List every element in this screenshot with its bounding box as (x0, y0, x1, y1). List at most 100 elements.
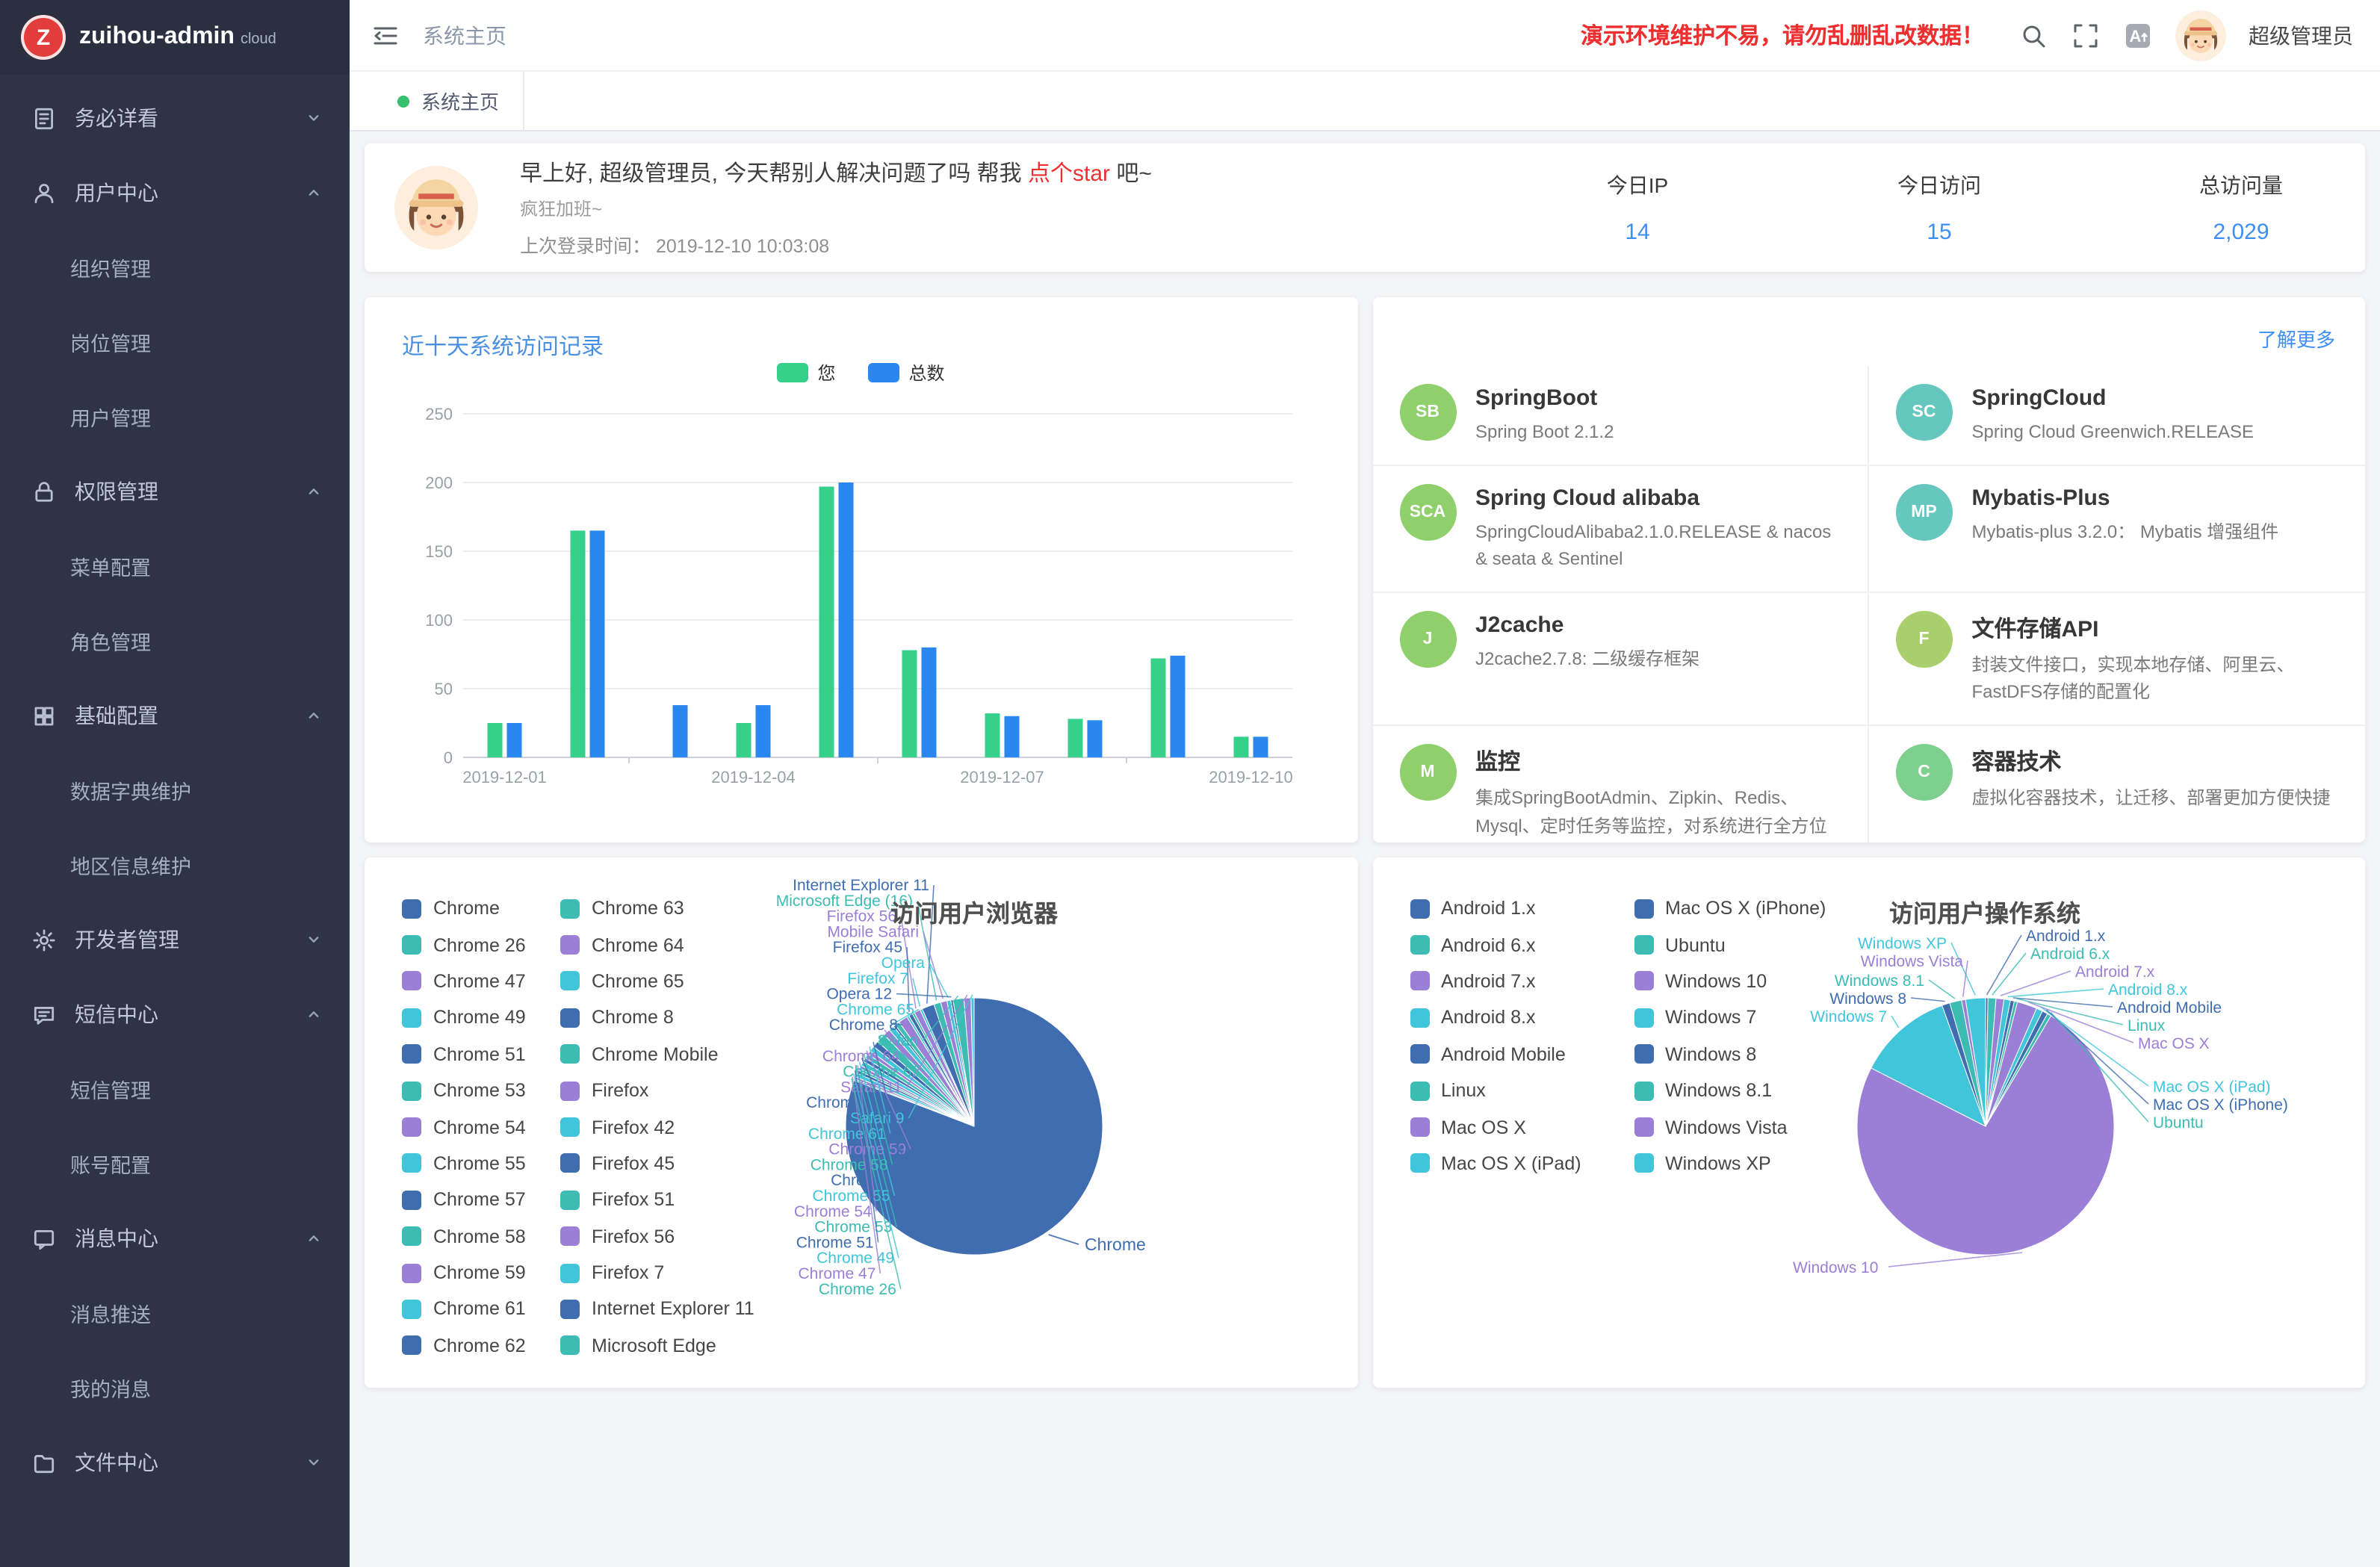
legend-item[interactable]: 您 (777, 360, 835, 385)
feature-item: SCASpring Cloud alibabaSpringCloudAlibab… (1372, 465, 1869, 592)
sidebar-item[interactable]: 务必详看 (0, 81, 350, 155)
legend-item[interactable]: Chrome 49 (402, 999, 560, 1036)
stat-value: 2,029 (2195, 220, 2287, 245)
sidebar-subitem[interactable]: 岗位管理 (0, 305, 350, 379)
tab-system-home[interactable]: 系统主页 (374, 72, 524, 130)
svg-text:100: 100 (425, 611, 453, 630)
menu-fold-icon[interactable] (371, 20, 400, 50)
legend-item[interactable]: Firefox 51 (560, 1182, 719, 1218)
legend-item[interactable]: Chrome 64 (560, 927, 719, 964)
legend-item[interactable]: Chrome 63 (560, 890, 719, 927)
svg-text:Android 1.x: Android 1.x (2025, 928, 2105, 945)
sidebar-subitem[interactable]: 消息推送 (0, 1276, 350, 1350)
feature-badge: SC (1896, 384, 1953, 441)
chevron-down-icon (305, 109, 323, 127)
search-icon[interactable] (2018, 20, 2048, 50)
legend-item[interactable]: Chrome (402, 890, 560, 927)
legend-item[interactable]: Chrome 57 (402, 1182, 560, 1218)
feature-desc: Mybatis-plus 3.2.0： Mybatis 增强组件 (1972, 518, 2279, 545)
legend-item[interactable]: Firefox (560, 1073, 719, 1109)
legend-item[interactable]: Linux (1410, 1073, 1634, 1109)
brand: zuihou-admincloud (79, 24, 276, 51)
browser-legend: ChromeChrome 26Chrome 47Chrome 49Chrome … (402, 890, 719, 1365)
feature-title: 容器技术 (1972, 745, 2331, 777)
legend-item[interactable]: Firefox 56 (560, 1218, 719, 1255)
feature-title: 监控 (1475, 745, 1841, 777)
legend-item[interactable]: Android Mobile (1410, 1036, 1634, 1073)
legend-item[interactable]: Windows 8 (1634, 1036, 1858, 1073)
legend-item[interactable]: Microsoft Edge (560, 1327, 719, 1364)
sidebar-item[interactable]: 消息中心 (0, 1201, 350, 1276)
legend-item[interactable]: Chrome 47 (402, 964, 560, 1000)
sidebar-subitem[interactable]: 组织管理 (0, 230, 350, 305)
breadcrumb[interactable]: 系统主页 (423, 20, 506, 50)
legend-item[interactable]: Chrome 58 (402, 1218, 560, 1255)
stat-item: 总访问量 2,029 (2195, 170, 2287, 245)
legend-item[interactable]: Chrome 65 (560, 964, 719, 1000)
svg-text:Mobile Safari: Mobile Safari (827, 923, 919, 940)
feature-desc: 封装文件接口，实现本地存储、阿里云、FastDFS存储的配置化 (1972, 651, 2339, 707)
tab-active-dot (397, 95, 409, 107)
legend-item[interactable]: Chrome 26 (402, 927, 560, 964)
svg-text:Chrome 64: Chrome 64 (822, 1048, 900, 1065)
legend-item[interactable]: Firefox 42 (560, 1109, 719, 1146)
legend-item[interactable]: Chrome 61 (402, 1291, 560, 1328)
legend-item[interactable]: Mac OS X (1410, 1109, 1634, 1146)
sidebar-subitem[interactable]: 账号配置 (0, 1126, 350, 1201)
stat-label: 总访问量 (2195, 170, 2287, 200)
legend-item[interactable]: Android 6.x (1410, 927, 1634, 964)
sidebar-subitem[interactable]: 数据字典维护 (0, 753, 350, 828)
sidebar-subitem[interactable]: 菜单配置 (0, 529, 350, 603)
svg-text:Chrome 51: Chrome 51 (796, 1234, 874, 1251)
legend-item[interactable]: Internet Explorer 11 (560, 1291, 719, 1328)
legend-item[interactable]: Mac OS X (iPhone) (1634, 890, 1858, 927)
legend-item[interactable]: Windows 7 (1634, 999, 1858, 1036)
legend-item[interactable]: Chrome 62 (402, 1327, 560, 1364)
legend-item[interactable]: Ubuntu (1634, 927, 1858, 964)
sidebar-subitem[interactable]: 地区信息维护 (0, 828, 350, 902)
svg-text:Mac OS X: Mac OS X (2137, 1035, 2209, 1052)
learn-more-link[interactable]: 了解更多 (2257, 324, 2335, 353)
legend-item[interactable]: Mac OS X (iPad) (1410, 1145, 1634, 1182)
sidebar-item[interactable]: 用户中心 (0, 155, 350, 230)
sidebar-subitem[interactable]: 用户管理 (0, 379, 350, 454)
star-link[interactable]: 点个star (1028, 161, 1110, 187)
legend-item[interactable]: Windows XP (1634, 1145, 1858, 1182)
legend-item[interactable]: Chrome Mobile (560, 1036, 719, 1073)
sidebar-item[interactable]: 开发者管理 (0, 902, 350, 977)
svg-text:Firefox 45: Firefox 45 (833, 939, 902, 956)
legend-item[interactable]: Firefox 45 (560, 1145, 719, 1182)
legend-item[interactable]: Android 7.x (1410, 964, 1634, 1000)
sidebar-item[interactable]: 基础配置 (0, 678, 350, 753)
sidebar-item[interactable]: 短信中心 (0, 977, 350, 1052)
legend-item[interactable]: Windows 8.1 (1634, 1073, 1858, 1109)
sidebar-item[interactable]: 权限管理 (0, 454, 350, 529)
logo[interactable]: Z zuihou-admincloud (0, 0, 350, 75)
legend-item[interactable]: Chrome 59 (402, 1255, 560, 1291)
svg-text:Linux: Linux (2127, 1017, 2165, 1034)
fullscreen-icon[interactable] (2071, 20, 2101, 50)
font-size-icon[interactable]: A (2123, 20, 2153, 50)
legend-item[interactable]: Windows Vista (1634, 1109, 1858, 1146)
features-card: 了解更多 SBSpringBootSpring Boot 2.1.2SCSpri… (1372, 297, 2365, 843)
legend-item[interactable]: Firefox 7 (560, 1255, 719, 1291)
legend-item[interactable]: Chrome 55 (402, 1145, 560, 1182)
sidebar-subitem[interactable]: 角色管理 (0, 603, 350, 678)
svg-text:Internet Explorer 11: Internet Explorer 11 (793, 877, 929, 894)
svg-text:Chrome 54: Chrome 54 (794, 1203, 872, 1220)
legend-item[interactable]: Android 1.x (1410, 890, 1634, 927)
feature-title: Mybatis-Plus (1972, 485, 2279, 510)
legend-item[interactable]: Windows 10 (1634, 964, 1858, 1000)
sidebar-subitem[interactable]: 我的消息 (0, 1350, 350, 1425)
legend-item[interactable]: Android 8.x (1410, 999, 1634, 1036)
sidebar-item[interactable]: 文件中心 (0, 1425, 350, 1500)
svg-text:Chrome 26: Chrome 26 (819, 1281, 896, 1298)
legend-item[interactable]: 总数 (869, 360, 945, 385)
user-avatar[interactable] (2175, 10, 2226, 60)
legend-item[interactable]: Chrome 8 (560, 999, 719, 1036)
legend-item[interactable]: Chrome 53 (402, 1073, 560, 1109)
sidebar-subitem[interactable]: 短信管理 (0, 1052, 350, 1126)
username[interactable]: 超级管理员 (2249, 20, 2353, 50)
legend-item[interactable]: Chrome 54 (402, 1109, 560, 1146)
legend-item[interactable]: Chrome 51 (402, 1036, 560, 1073)
